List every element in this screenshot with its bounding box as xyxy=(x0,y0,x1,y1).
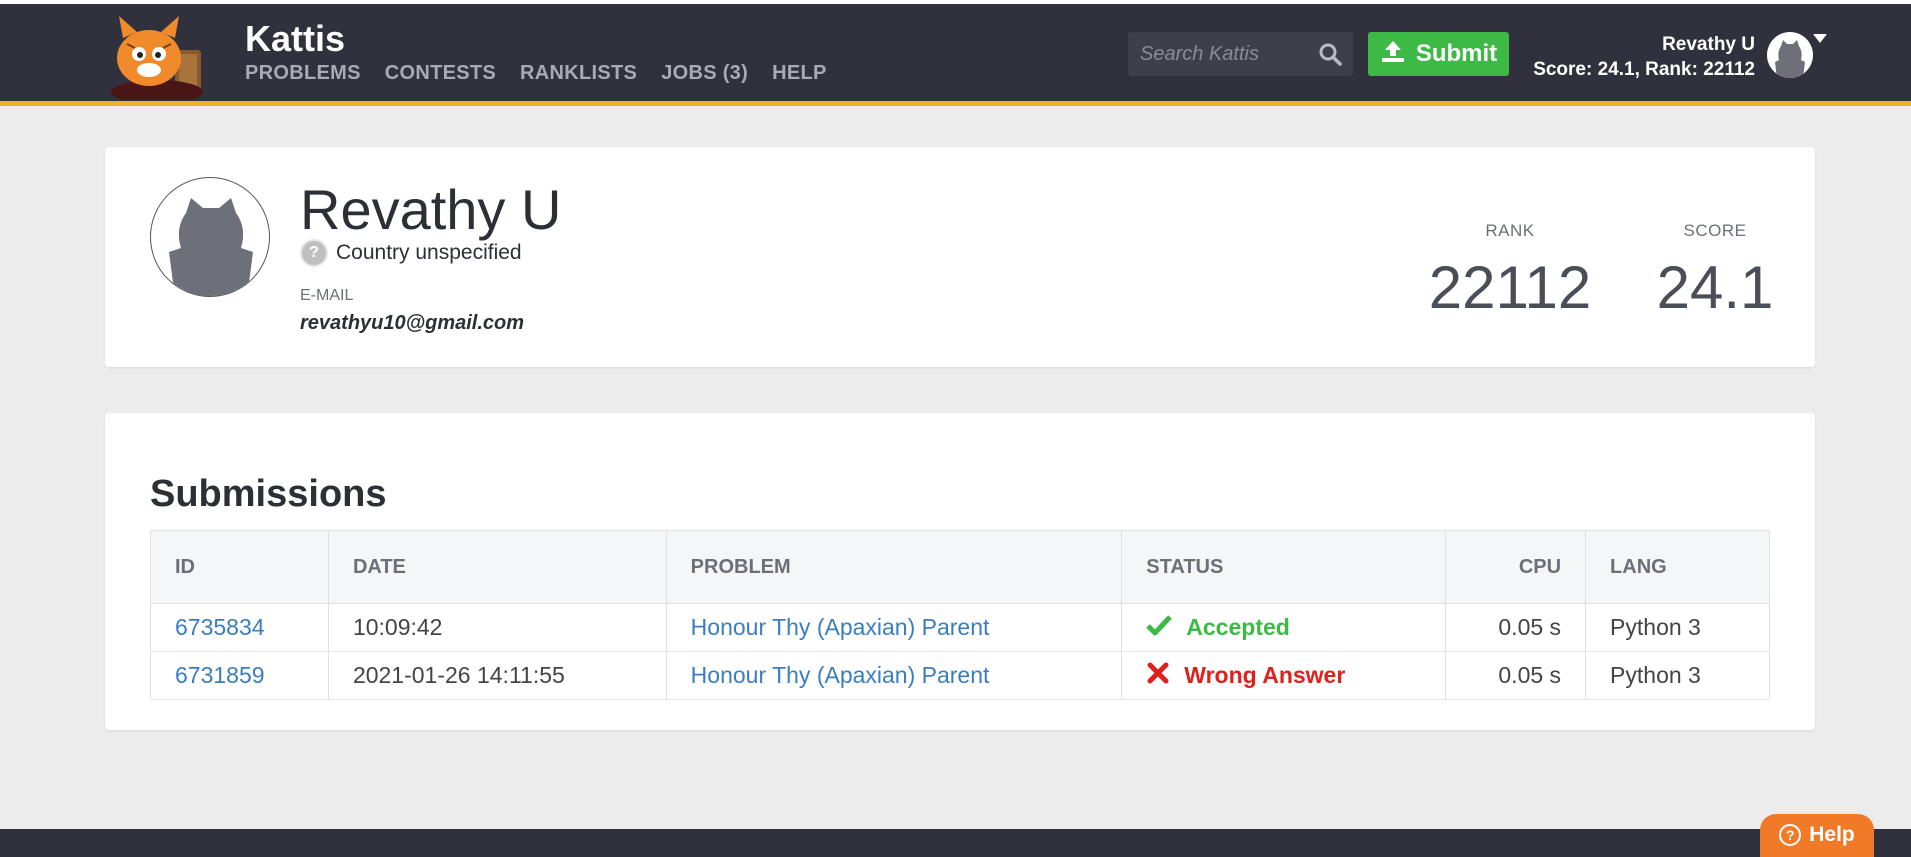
brand-title[interactable]: Kattis xyxy=(245,18,345,60)
status-text: Accepted xyxy=(1186,614,1290,640)
rank-stat: RANK 22112 xyxy=(1415,221,1605,322)
email-value: revathyu10@gmail.com xyxy=(300,312,525,334)
help-label: Help xyxy=(1809,823,1855,846)
status-wrong-answer: Wrong Answer xyxy=(1146,662,1421,690)
nav-problems[interactable]: PROBLEMS xyxy=(245,62,361,85)
user-avatar[interactable] xyxy=(1767,32,1813,78)
submission-cpu: 0.05 s xyxy=(1445,651,1587,700)
submission-date: 10:09:42 xyxy=(328,603,667,652)
nav-contests[interactable]: CONTESTS xyxy=(385,62,496,85)
help-question-icon: ? xyxy=(1779,824,1802,846)
email-label: E-MAIL xyxy=(300,287,354,304)
nav-ranklists[interactable]: RANKLISTS xyxy=(520,62,637,85)
user-stats: Score: 24.1, Rank: 22112 xyxy=(1533,59,1755,80)
rank-value: 22112 xyxy=(1428,254,1592,321)
user-summary[interactable]: Revathy U Score: 24.1, Rank: 22112 xyxy=(1533,32,1755,82)
submission-id-link[interactable]: 6731859 xyxy=(175,662,265,688)
profile-avatar xyxy=(150,177,270,297)
country-label: Country unspecified xyxy=(336,241,522,264)
submissions-table: ID DATE PROBLEM STATUS CPU LANG 6735834 … xyxy=(150,530,1770,700)
submissions-title: Submissions xyxy=(150,473,387,515)
submit-label: Submit xyxy=(1415,40,1498,67)
status-accepted: Accepted xyxy=(1146,614,1421,642)
help-button[interactable]: ? Help xyxy=(1760,814,1874,857)
submission-cpu: 0.05 s xyxy=(1445,603,1587,652)
submissions-card: Submissions ID DATE PROBLEM STATUS CPU L… xyxy=(105,413,1815,730)
search-box xyxy=(1128,32,1353,76)
score-stat: SCORE 24.1 xyxy=(1645,221,1785,322)
submission-id-link[interactable]: 6735834 xyxy=(175,614,265,640)
problem-link[interactable]: Honour Thy (Apaxian) Parent xyxy=(691,614,990,640)
nav-help[interactable]: HELP xyxy=(772,62,827,85)
rank-label: RANK xyxy=(1485,221,1535,240)
submission-lang: Python 3 xyxy=(1585,651,1770,700)
table-row: 6731859 2021-01-26 14:11:55 Honour Thy (… xyxy=(150,651,1770,700)
table-row: 6735834 10:09:42 Honour Thy (Apaxian) Pa… xyxy=(150,603,1770,652)
cross-icon xyxy=(1146,662,1170,690)
col-cpu: CPU xyxy=(1445,530,1587,604)
status-text: Wrong Answer xyxy=(1184,662,1346,688)
top-navbar: Kattis PROBLEMS CONTESTS RANKLISTS JOBS … xyxy=(0,4,1911,106)
question-flag-icon: ? xyxy=(300,239,328,267)
score-value: 24.1 xyxy=(1656,254,1774,321)
problem-link[interactable]: Honour Thy (Apaxian) Parent xyxy=(691,662,990,688)
profile-card: Revathy U ? Country unspecified E-MAIL r… xyxy=(105,147,1815,367)
score-label: SCORE xyxy=(1683,221,1747,240)
page-footer xyxy=(0,829,1911,857)
upload-icon xyxy=(1380,39,1406,70)
main-nav: PROBLEMS CONTESTS RANKLISTS JOBS (3) HEL… xyxy=(245,62,827,85)
table-header-row: ID DATE PROBLEM STATUS CPU LANG xyxy=(150,530,1770,604)
profile-country: ? Country unspecified xyxy=(300,239,522,267)
col-id: ID xyxy=(150,530,329,604)
kattis-logo[interactable] xyxy=(105,14,229,104)
submission-lang: Python 3 xyxy=(1585,603,1770,652)
check-icon xyxy=(1146,614,1173,642)
search-input[interactable] xyxy=(1140,42,1315,66)
search-icon[interactable] xyxy=(1317,41,1343,67)
col-problem: PROBLEM xyxy=(666,530,1123,604)
col-status: STATUS xyxy=(1121,530,1447,604)
nav-jobs[interactable]: JOBS (3) xyxy=(661,62,748,85)
col-date: DATE xyxy=(328,530,667,604)
profile-name: Revathy U xyxy=(300,178,562,241)
user-menu-caret-icon[interactable] xyxy=(1813,34,1827,43)
col-lang: LANG xyxy=(1585,530,1770,604)
user-name: Revathy U xyxy=(1662,34,1755,55)
submit-button[interactable]: Submit xyxy=(1368,32,1509,76)
submission-date: 2021-01-26 14:11:55 xyxy=(328,651,667,700)
